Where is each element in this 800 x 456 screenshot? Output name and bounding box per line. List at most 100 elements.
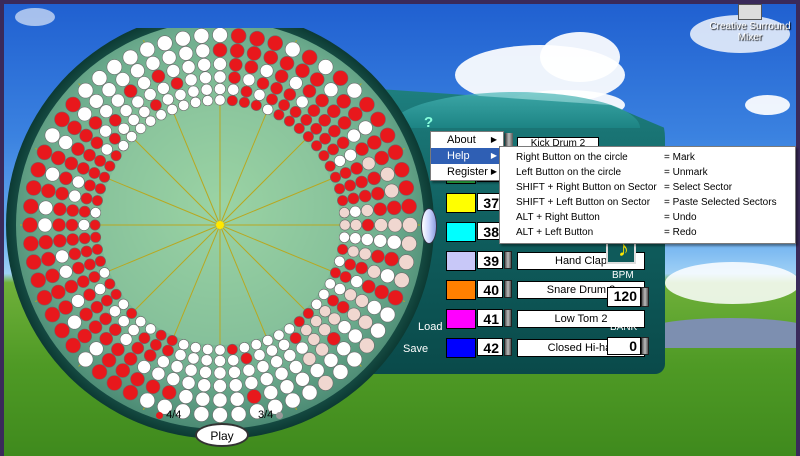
step-cell: [72, 261, 85, 275]
step-cell: [88, 167, 101, 179]
step-cell: [256, 360, 270, 373]
step-cell: [52, 234, 67, 248]
step-cell: [274, 366, 289, 381]
step-cell: [289, 332, 302, 344]
step-cell: [253, 349, 266, 361]
step-cell: [338, 207, 350, 219]
step-cell: [295, 95, 309, 109]
step-cell: [80, 192, 93, 205]
step-cell: [339, 219, 351, 231]
instrument-color-swatch[interactable]: [446, 193, 476, 213]
submenu-arrow-icon: ▶: [490, 135, 497, 144]
menu-item-about[interactable]: About ▶: [431, 132, 503, 148]
step-cell: [374, 150, 390, 166]
step-cell: [393, 272, 410, 289]
step-cell: [329, 267, 341, 279]
step-cell: [401, 198, 417, 215]
note-number-spinner[interactable]: [504, 338, 512, 356]
step-cell: [83, 148, 96, 162]
window-frame-top: [0, 0, 800, 4]
step-cell: [259, 64, 274, 78]
step-cell: [190, 342, 202, 354]
step-cell: [250, 339, 262, 351]
step-cell: [122, 384, 139, 401]
instrument-color-swatch[interactable]: [446, 280, 476, 300]
step-cell: [347, 106, 363, 122]
step-cell: [79, 128, 93, 143]
step-cell: [302, 307, 314, 319]
step-cell: [139, 41, 156, 58]
cloud: [540, 32, 620, 82]
step-cell: [307, 104, 321, 117]
step-cell: [230, 28, 247, 44]
instrument-note-number[interactable]: 42: [477, 338, 503, 356]
step-cell: [38, 200, 54, 216]
step-cell: [279, 379, 295, 395]
step-cell: [88, 116, 103, 130]
left-time-signature[interactable]: 4/4: [156, 409, 181, 421]
bpm-spinner[interactable]: [641, 287, 649, 307]
instrument-color-swatch[interactable]: [446, 338, 476, 358]
instrument-note-number[interactable]: 40: [477, 280, 503, 298]
step-cell: [238, 96, 250, 108]
rotation-knob[interactable]: [421, 208, 437, 244]
step-cell: [89, 219, 101, 231]
step-cell: [273, 329, 285, 341]
step-cell: [78, 232, 91, 245]
step-cell: [212, 392, 228, 408]
step-cell: [99, 171, 111, 183]
instrument-color-swatch[interactable]: [446, 251, 476, 271]
menu-item-register[interactable]: Register ▶: [431, 164, 503, 180]
instrument-note-number[interactable]: 41: [477, 309, 503, 327]
instrument-color-swatch[interactable]: [446, 222, 476, 242]
step-cell: [214, 355, 226, 367]
step-cell: [334, 255, 346, 267]
step-cell: [250, 99, 262, 111]
step-cell: [50, 150, 66, 166]
note-number-spinner[interactable]: [504, 309, 512, 327]
note-number-spinner[interactable]: [504, 251, 512, 269]
step-cell: [162, 344, 174, 357]
step-cell: [283, 115, 295, 127]
right-time-signature[interactable]: 3/4: [258, 409, 284, 421]
step-cell: [99, 331, 113, 346]
instrument-color-swatch[interactable]: [446, 309, 476, 329]
step-cell: [230, 406, 247, 422]
step-cell: [311, 140, 323, 152]
step-cell: [373, 234, 388, 248]
step-cell: [22, 217, 38, 233]
desktop-shortcut-label: Creative Surround Mixer: [709, 21, 791, 43]
bpm-field[interactable]: 120: [607, 287, 641, 307]
step-cell: [131, 95, 145, 109]
step-cell: [344, 258, 356, 271]
step-cell: [374, 284, 390, 300]
desktop-shortcut-creative-mixer[interactable]: Creative Surround Mixer: [704, 4, 796, 43]
step-cell: [279, 55, 295, 71]
cloud: [745, 95, 790, 115]
step-cell: [77, 106, 92, 122]
bank-field[interactable]: 0: [607, 337, 641, 355]
step-cell: [130, 371, 145, 387]
step-cell: [336, 300, 350, 314]
drum-circle-sequencer[interactable]: [0, 28, 440, 438]
step-cell: [229, 58, 243, 72]
step-cell: [289, 106, 302, 118]
bank-spinner[interactable]: [641, 337, 649, 355]
step-cell: [256, 77, 270, 90]
step-cell: [138, 332, 151, 344]
step-cell: [315, 93, 329, 108]
step-cell: [155, 109, 167, 121]
instrument-note-number[interactable]: 39: [477, 251, 503, 269]
step-cell: [300, 114, 313, 126]
menu-item-help[interactable]: Help ▶: [431, 148, 503, 164]
step-cell: [270, 82, 283, 95]
note-number-spinner[interactable]: [504, 280, 512, 298]
play-button[interactable]: Play: [195, 423, 249, 447]
step-cell: [212, 42, 228, 58]
context-menu: About ▶ Help ▶ Register ▶: [430, 131, 504, 181]
step-cell: [94, 255, 106, 267]
step-cell: [131, 341, 145, 355]
step-cell: [94, 183, 106, 195]
step-cell: [360, 204, 374, 217]
step-cell: [273, 109, 285, 121]
